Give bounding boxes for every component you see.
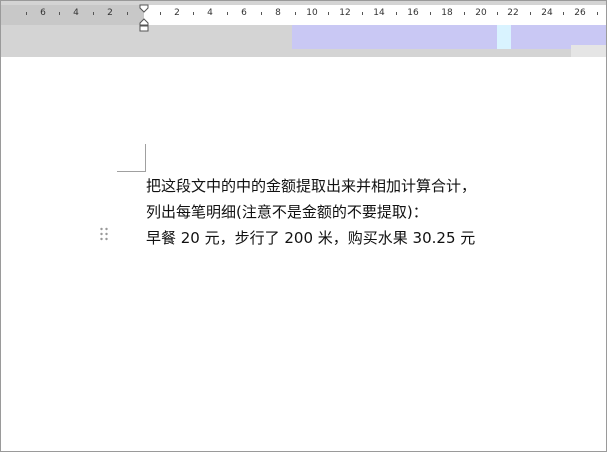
margin-corner-mark bbox=[145, 144, 146, 172]
ruler-tick bbox=[160, 12, 161, 15]
margin-corner-mark bbox=[117, 171, 145, 172]
ruler-label: 24 bbox=[541, 8, 553, 18]
ruler-label: 2 bbox=[174, 8, 180, 18]
ruler-label: 26 bbox=[574, 8, 586, 18]
ruler-label: 2 bbox=[107, 8, 113, 18]
word-document-window: 6 4 2 2 4 6 8 10 12 14 16 18 20 22 24 26 bbox=[0, 0, 607, 452]
ruler-area: 6 4 2 2 4 6 8 10 12 14 16 18 20 22 24 26 bbox=[1, 1, 606, 57]
ruler-tick bbox=[93, 12, 94, 15]
document-page[interactable] bbox=[1, 57, 606, 451]
ruler-tick bbox=[530, 12, 531, 15]
indent-marker-icon[interactable] bbox=[139, 4, 149, 32]
selection-highlight bbox=[497, 25, 511, 49]
ruler-tick bbox=[59, 12, 60, 15]
ruler-label: 18 bbox=[441, 8, 453, 18]
ruler-tick bbox=[430, 12, 431, 15]
ruler-label: 4 bbox=[73, 8, 79, 18]
ruler-label: 12 bbox=[339, 8, 351, 18]
ruler-tick bbox=[127, 12, 128, 15]
ruler-tick bbox=[464, 12, 465, 15]
ruler-tick bbox=[362, 12, 363, 15]
selection-highlight bbox=[571, 45, 606, 57]
selection-highlight bbox=[292, 25, 497, 49]
ruler-label: 6 bbox=[40, 8, 46, 18]
ruler-tick bbox=[563, 12, 564, 15]
document-paragraph-line[interactable]: 早餐 20 元，步行了 200 米，购买水果 30.25 元 bbox=[146, 227, 475, 248]
ruler-label: 8 bbox=[275, 8, 281, 18]
ruler-label: 4 bbox=[207, 8, 213, 18]
ruler-tick bbox=[328, 12, 329, 15]
ruler-label: 20 bbox=[475, 8, 487, 18]
ruler-tick bbox=[497, 12, 498, 15]
document-paragraph-line[interactable]: 把这段文中的中的金额提取出来并相加计算合计， bbox=[146, 175, 476, 196]
ruler-label: 14 bbox=[373, 8, 385, 18]
ruler-label: 22 bbox=[507, 8, 519, 18]
ruler-label: 6 bbox=[241, 8, 247, 18]
ruler-label: 16 bbox=[407, 8, 419, 18]
ruler-tick bbox=[26, 12, 27, 15]
document-paragraph-line[interactable]: 列出每笔明细(注意不是金额的不要提取)： bbox=[146, 201, 428, 222]
ruler-tick bbox=[261, 12, 262, 15]
ruler-tick bbox=[597, 12, 598, 15]
ruler-label: 10 bbox=[306, 8, 318, 18]
ruler-tick bbox=[193, 12, 194, 15]
drag-handle-icon[interactable] bbox=[99, 227, 109, 241]
ruler-tick bbox=[295, 12, 296, 15]
ruler-tick bbox=[396, 12, 397, 15]
ruler-tick bbox=[227, 12, 228, 15]
